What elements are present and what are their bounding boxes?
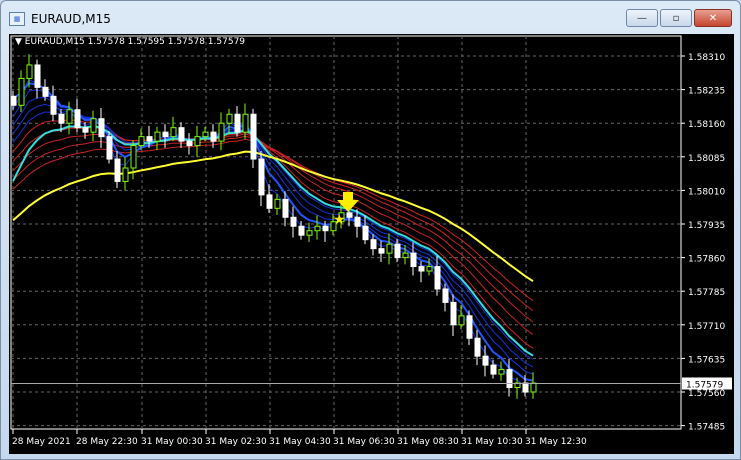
candle-body bbox=[226, 113, 233, 124]
candle-body bbox=[426, 266, 433, 272]
candle-body bbox=[42, 86, 49, 97]
price-label: 1.57785 bbox=[688, 288, 725, 298]
price-label: 1.57710 bbox=[688, 322, 725, 332]
price-label: 1.58010 bbox=[688, 187, 725, 197]
time-label: 31 May 06:30 bbox=[333, 437, 395, 447]
candle-body bbox=[354, 216, 361, 227]
candle-body bbox=[74, 109, 81, 129]
candle-body bbox=[274, 198, 281, 209]
candle-body bbox=[506, 369, 513, 389]
candle-body bbox=[146, 136, 153, 142]
candle-body bbox=[466, 315, 473, 339]
candle-body bbox=[114, 158, 121, 182]
current-price-label: 1.57579 bbox=[686, 380, 723, 390]
candle-body bbox=[306, 230, 313, 236]
candle-body bbox=[290, 216, 297, 227]
price-label: 1.58160 bbox=[688, 120, 725, 130]
candle-body bbox=[370, 239, 377, 250]
time-label: 28 May 2021 bbox=[12, 437, 71, 447]
candle-body bbox=[186, 140, 193, 147]
maximize-button[interactable]: ▫ bbox=[660, 9, 692, 27]
time-label: 31 May 10:30 bbox=[461, 437, 523, 447]
candle-body bbox=[34, 64, 41, 88]
candle-body bbox=[26, 64, 33, 79]
candle-body bbox=[250, 113, 257, 160]
symbol-info: ▼ EURAUD,M15 1.57578 1.57595 1.57578 1.5… bbox=[15, 37, 246, 47]
candle-body bbox=[490, 364, 497, 375]
candle-body bbox=[386, 243, 393, 254]
candle-body bbox=[378, 248, 385, 254]
chart-window: ▦ EURAUD,M15 — ▫ ✕ 1.58310 1.58235 1.58160… bbox=[0, 0, 741, 460]
candle-body bbox=[130, 145, 137, 169]
candle-body bbox=[282, 198, 289, 218]
price-label: 1.57485 bbox=[688, 423, 725, 433]
candle-body bbox=[122, 167, 129, 182]
candle-body bbox=[58, 113, 65, 124]
time-label: 31 May 12:30 bbox=[525, 437, 587, 447]
candle-body bbox=[202, 131, 209, 138]
symbol-ohlc: EURAUD,M15 1.57578 1.57595 1.57578 1.575… bbox=[24, 37, 246, 47]
plot-border bbox=[10, 35, 682, 430]
candle-body bbox=[362, 225, 369, 241]
close-button[interactable]: ✕ bbox=[694, 9, 732, 27]
time-label: 31 May 00:30 bbox=[141, 437, 203, 447]
price-label: 1.57635 bbox=[688, 355, 725, 365]
price-chart[interactable]: 1.58310 1.58235 1.58160 1.58085 1.58010 1.579… bbox=[9, 34, 734, 454]
price-label: 1.57860 bbox=[688, 255, 725, 265]
candle-body bbox=[154, 131, 161, 142]
candle-body bbox=[498, 369, 505, 375]
title-bar: ▦ EURAUD,M15 bbox=[9, 9, 111, 29]
candle-body bbox=[522, 382, 529, 393]
candle-body bbox=[314, 225, 321, 232]
chart-window-icon: ▦ bbox=[9, 12, 25, 26]
time-label: 31 May 04:30 bbox=[269, 437, 331, 447]
candle-body bbox=[66, 109, 73, 124]
candle-body bbox=[10, 95, 17, 106]
time-label: 31 May 08:30 bbox=[397, 437, 459, 447]
candle-body bbox=[482, 355, 489, 366]
candle-body bbox=[50, 95, 57, 115]
candle-body bbox=[434, 266, 441, 290]
candle-body bbox=[410, 252, 417, 268]
window-title: EURAUD,M15 bbox=[31, 12, 111, 26]
candle-body bbox=[82, 127, 89, 133]
time-label: 28 May 22:30 bbox=[76, 437, 138, 447]
candle-body bbox=[218, 122, 225, 142]
candle-body bbox=[418, 266, 425, 272]
chart-canvas[interactable]: 1.58310 1.58235 1.58160 1.58085 1.58010 1.579… bbox=[9, 34, 734, 454]
candle-body bbox=[394, 243, 401, 259]
candle-body bbox=[210, 131, 217, 142]
price-label: 1.57935 bbox=[688, 221, 725, 231]
signal-star-icon: ★ bbox=[333, 212, 346, 228]
candle-body bbox=[106, 136, 113, 160]
candle-body bbox=[242, 113, 249, 133]
price-label: 1.57560 bbox=[688, 389, 725, 399]
time-label: 31 May 02:30 bbox=[205, 437, 267, 447]
candle-body bbox=[138, 136, 145, 147]
candle-body bbox=[18, 77, 25, 106]
minimize-button[interactable]: — bbox=[626, 9, 658, 27]
candle-body bbox=[258, 158, 265, 196]
candle-body bbox=[530, 382, 537, 393]
candle-body bbox=[162, 131, 169, 138]
candle-body bbox=[170, 127, 177, 138]
candle-body bbox=[458, 315, 465, 326]
candle-body bbox=[234, 113, 241, 133]
price-label: 1.58310 bbox=[688, 53, 725, 63]
candle-body bbox=[442, 288, 449, 303]
candle-body bbox=[402, 252, 409, 259]
yellow-ma-line bbox=[12, 150, 534, 283]
candle-body bbox=[346, 212, 353, 218]
candle-body bbox=[474, 337, 481, 357]
candle-body bbox=[90, 118, 97, 133]
candle-body bbox=[322, 225, 329, 232]
price-label: 1.58235 bbox=[688, 87, 725, 97]
candle-body bbox=[266, 194, 273, 209]
candle-body bbox=[298, 225, 305, 236]
candle-body bbox=[194, 136, 201, 147]
price-label: 1.58085 bbox=[688, 154, 725, 164]
candle-body bbox=[450, 301, 457, 326]
candle-body bbox=[178, 127, 185, 142]
candle-body bbox=[98, 118, 105, 138]
